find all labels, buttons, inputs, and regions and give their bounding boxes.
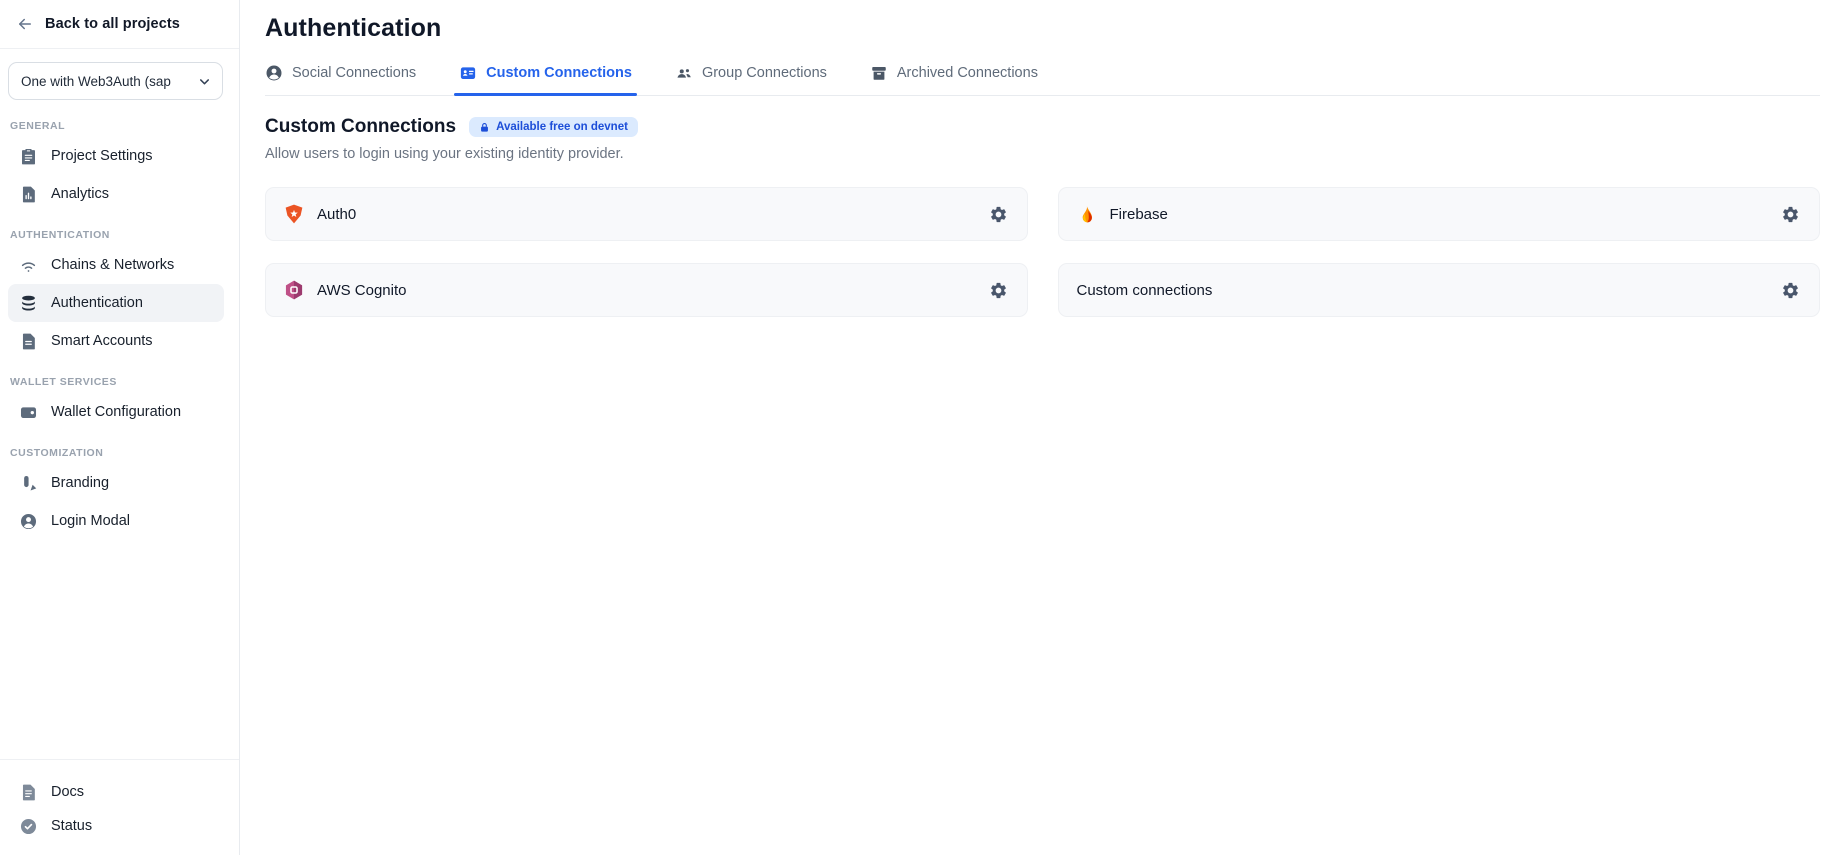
branding-icon [19,474,38,493]
tab-custom-connections[interactable]: Custom Connections [459,64,632,95]
section-heading: Custom Connections [265,116,456,138]
sidebar-item-label: Branding [51,475,109,491]
back-arrow-icon [16,15,34,33]
tab-bar: Social Connections Custom Connections Grou… [265,64,1820,96]
auth0-icon [283,203,305,225]
connection-card-label: Firebase [1110,206,1168,223]
group-icon [675,64,693,82]
connection-card-firebase: Firebase [1058,187,1821,241]
user-circle-icon [19,512,38,531]
badge-icon [459,64,477,82]
sidebar-item-label: Authentication [51,295,143,311]
page-title: Authentication [265,14,1820,43]
firebase-settings-button[interactable] [1779,203,1802,226]
tab-social-connections[interactable]: Social Connections [265,64,416,95]
connection-card-label: Auth0 [317,206,356,223]
firebase-icon [1076,203,1098,225]
docs-icon [19,783,38,802]
sidebar-item-wallet-configuration[interactable]: Wallet Configuration [8,393,224,431]
connection-card-aws-cognito: AWS Cognito [265,263,1028,317]
database-icon [19,294,38,313]
aws-cognito-settings-button[interactable] [987,279,1010,302]
chevron-down-icon [197,74,212,89]
sidebar-item-label: Wallet Configuration [51,404,181,420]
gear-icon [989,205,1008,224]
cognito-icon [283,279,305,301]
sidebar-section-label-customization: CUSTOMIZATION [0,431,239,464]
sidebar-item-label: Analytics [51,186,109,202]
back-label: Back to all projects [45,16,180,32]
tab-label: Archived Connections [897,65,1038,81]
sidebar-item-authentication[interactable]: Authentication [8,284,224,322]
section-head: Custom Connections Available free on dev… [265,116,1820,138]
sidebar-item-login-modal[interactable]: Login Modal [8,502,224,540]
sidebar-nav: GENERAL Project Settings Analytics AUTHENTI… [0,102,239,759]
sidebar-footer: Docs Status [0,759,239,855]
wifi-icon [19,256,38,275]
sidebar-item-label: Smart Accounts [51,333,153,349]
sidebar-item-smart-accounts[interactable]: Smart Accounts [8,322,224,360]
sidebar-item-analytics[interactable]: Analytics [8,175,224,213]
custom-connections-settings-button[interactable] [1779,279,1802,302]
sidebar-item-docs[interactable]: Docs [8,775,224,809]
archive-icon [870,64,888,82]
sidebar-item-project-settings[interactable]: Project Settings [8,137,224,175]
document-icon [19,332,38,351]
devnet-badge-label: Available free on devnet [496,121,628,133]
sidebar-section-label-wallet-services: WALLET SERVICES [0,360,239,393]
tab-label: Group Connections [702,65,827,81]
main-content: Authentication Social Connections Custom … [240,0,1840,855]
sidebar-item-chains-networks[interactable]: Chains & Networks [8,246,224,284]
tab-label: Custom Connections [486,65,632,81]
tab-group-connections[interactable]: Group Connections [675,64,827,95]
auth0-settings-button[interactable] [987,203,1010,226]
sidebar-item-label: Project Settings [51,148,153,164]
wallet-icon [19,403,38,422]
lock-icon [479,122,490,133]
back-to-projects-link[interactable]: Back to all projects [0,0,239,49]
tab-archived-connections[interactable]: Archived Connections [870,64,1038,95]
sidebar-item-label: Docs [51,784,84,800]
clipboard-icon [19,147,38,166]
connections-grid: Auth0 Firebase AWS Cognito Custom connectio… [265,187,1820,317]
sidebar-item-label: Status [51,818,92,834]
sidebar-item-status[interactable]: Status [8,809,224,843]
devnet-badge: Available free on devnet [469,117,638,137]
sidebar-item-label: Chains & Networks [51,257,174,273]
analytics-doc-icon [19,185,38,204]
check-circle-icon [19,817,38,836]
sidebar-section-label-general: GENERAL [0,104,239,137]
gear-icon [989,281,1008,300]
sidebar-item-branding[interactable]: Branding [8,464,224,502]
person-icon [265,64,283,82]
section-description: Allow users to login using your existing… [265,146,1820,162]
tab-label: Social Connections [292,65,416,81]
gear-icon [1781,205,1800,224]
connection-card-label: Custom connections [1077,282,1213,299]
project-selector-value: One with Web3Auth (sap [21,74,171,89]
connection-card-custom-connections: Custom connections [1058,263,1821,317]
sidebar-item-label: Login Modal [51,513,130,529]
connection-card-auth0: Auth0 [265,187,1028,241]
project-selector-dropdown[interactable]: One with Web3Auth (sap [8,62,223,100]
sidebar: Back to all projects One with Web3Auth (… [0,0,240,855]
gear-icon [1781,281,1800,300]
connection-card-label: AWS Cognito [317,282,406,299]
sidebar-section-label-authentication: AUTHENTICATION [0,213,239,246]
